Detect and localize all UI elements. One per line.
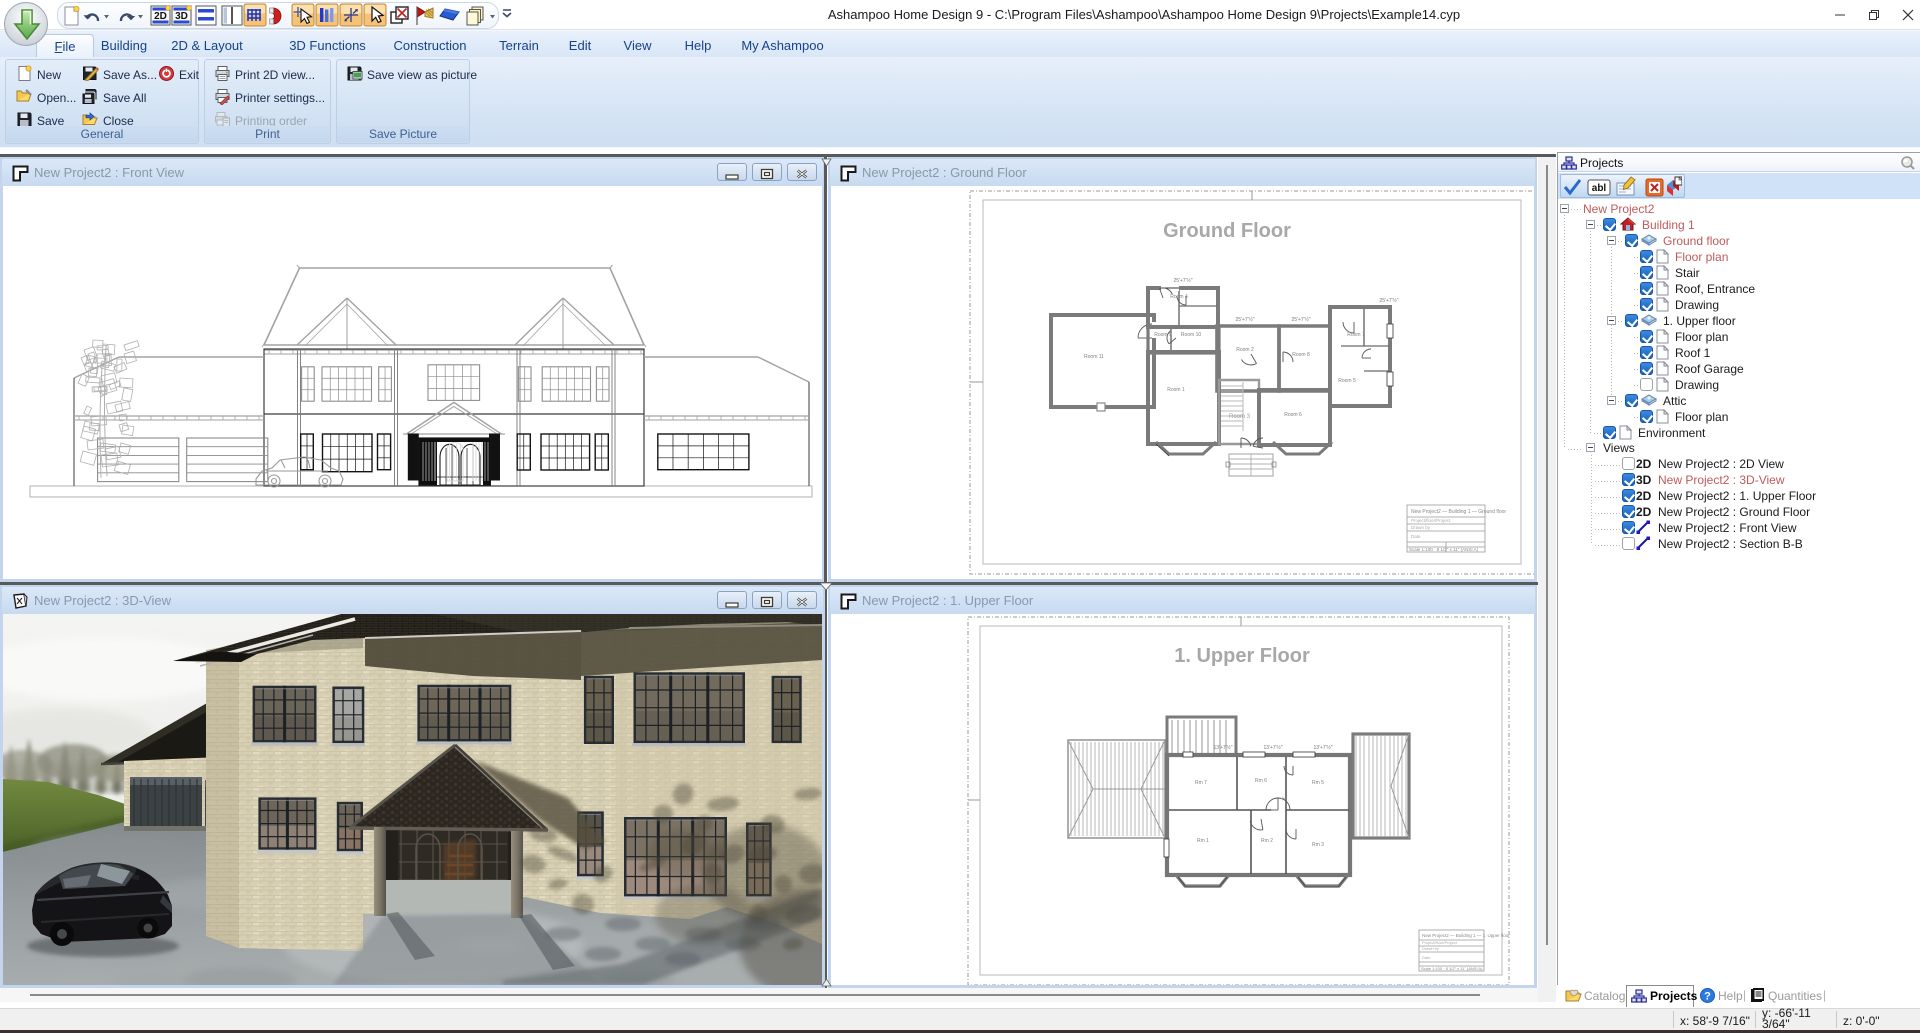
svg-text:25'+7'½": 25'+7'½" — [1379, 297, 1398, 304]
svg-text:Rm 3: Rm 3 — [1312, 842, 1324, 848]
svg-text:Rm 7: Rm 7 — [1195, 780, 1207, 786]
svg-text:25'+7'½": 25'+7'½" — [1291, 316, 1310, 323]
svg-text:Room 3: Room 3 — [1229, 414, 1251, 420]
svg-text:Room 1: Room 1 — [1167, 387, 1185, 393]
svg-text:Room 6: Room 6 — [1284, 412, 1302, 418]
svg-text:3D: 3D — [175, 11, 188, 22]
svg-text:Project/floor/Project: Project/floor/Project — [1411, 518, 1451, 523]
svg-text:Ground Floor: Ground Floor — [1163, 220, 1291, 242]
svg-text:+: + — [1281, 794, 1286, 803]
svg-text:Drawn by: Drawn by — [1411, 525, 1431, 530]
svg-text:Scale 1:100 · 8 1/2" x 11" (AN: Scale 1:100 · 8 1/2" x 11" (ANSI A) — [1421, 966, 1483, 971]
svg-text:Drawn by: Drawn by — [1422, 946, 1439, 951]
svg-text:Room 2: Room 2 — [1236, 347, 1254, 353]
svg-text:Room 9: Room 9 — [1154, 332, 1172, 338]
svg-text:1. Upper Floor: 1. Upper Floor — [1174, 645, 1310, 667]
svg-text:New Project2 — Building 1 — 1.: New Project2 — Building 1 — 1. Upper flo… — [1422, 933, 1510, 938]
svg-text:Project/floor/Project: Project/floor/Project — [1422, 940, 1458, 945]
svg-text:Room 4: Room 4 — [1170, 294, 1188, 300]
svg-text:2D: 2D — [154, 11, 167, 22]
svg-text:Room 10: Room 10 — [1181, 332, 1202, 338]
svg-text:25'+7'½": 25'+7'½" — [1173, 277, 1192, 284]
svg-text:Room 7: Room 7 — [1347, 332, 1365, 338]
svg-text:25'+7'½": 25'+7'½" — [1235, 316, 1254, 323]
svg-text:abl: abl — [1592, 183, 1607, 194]
svg-text:New Project2 — Building 1 — Gr: New Project2 — Building 1 — Ground floor — [1411, 509, 1506, 515]
svg-text:Room 5: Room 5 — [1338, 378, 1356, 384]
svg-text:Rm 2: Rm 2 — [1261, 838, 1273, 844]
svg-text:Rm 5: Rm 5 — [1312, 780, 1324, 786]
svg-text:Room 11: Room 11 — [1084, 354, 1104, 360]
svg-text:13'+7'½": 13'+7'½" — [1313, 744, 1332, 751]
svg-text:?: ? — [1704, 991, 1711, 1003]
svg-text:Rm 6: Rm 6 — [1255, 778, 1267, 784]
svg-text:Date: Date — [1411, 534, 1421, 539]
svg-text:Date: Date — [1422, 955, 1431, 960]
svg-text:13'+7'½": 13'+7'½" — [1213, 744, 1232, 751]
svg-text:Scale 1:100 · 8 1/2" x 11" (AN: Scale 1:100 · 8 1/2" x 11" (ANSI A) — [1409, 547, 1479, 552]
svg-text:13'+7'½": 13'+7'½" — [1263, 744, 1282, 751]
svg-text:Room 8: Room 8 — [1292, 352, 1310, 358]
svg-text:Rm 1: Rm 1 — [1197, 838, 1209, 844]
